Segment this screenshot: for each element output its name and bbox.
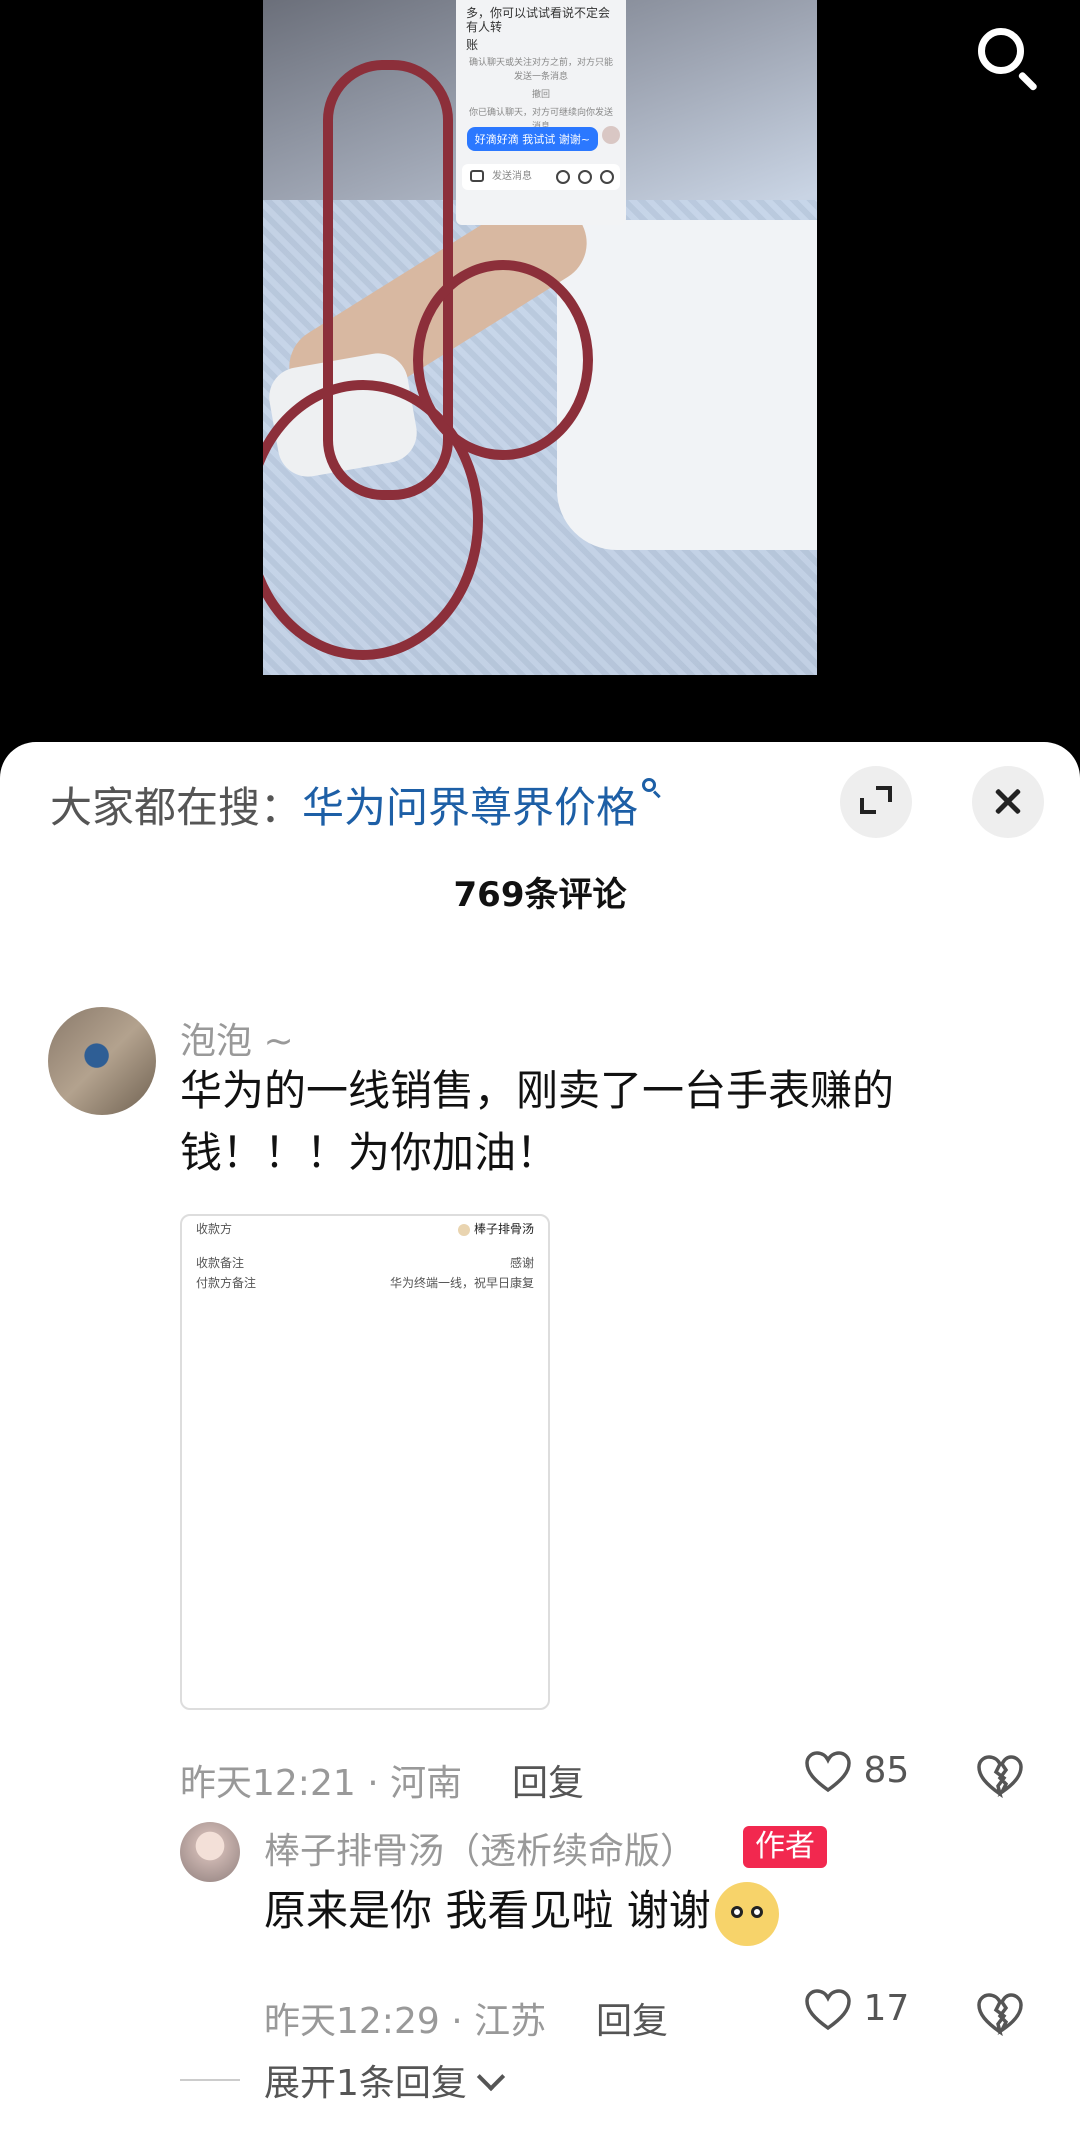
author-badge: 作者 <box>743 1826 827 1868</box>
reply-text: 原来是你 我看见啦 谢谢 <box>264 1877 779 1946</box>
expand-replies-label: 展开1条回复 <box>264 2063 467 2104</box>
chat-input-bar: 发送消息 <box>462 164 620 190</box>
reply-username[interactable]: 棒子排骨汤（透析续命版） <box>264 1822 696 1874</box>
dislike-button[interactable] <box>976 1992 1024 2040</box>
emoji-icon <box>714 1881 779 1946</box>
receipt-remark-value: 感谢 <box>509 1256 534 1270</box>
camera-icon <box>470 170 484 182</box>
reply-button[interactable]: 回复 <box>596 1992 668 2044</box>
chat-bubble: 好滴好滴 我试试 谢谢~ <box>466 127 598 151</box>
payee-avatar <box>457 1223 470 1236</box>
expand-replies-button[interactable]: 展开1条回复 <box>264 2054 506 2106</box>
video-player[interactable]: 多，你可以试试看说不定会有人转 账 确认聊天或关注对方之前，对方只能发送一条消息… <box>0 0 1080 760</box>
receipt-payee-name: 棒子排骨汤 <box>473 1222 534 1236</box>
heart-icon <box>805 1751 851 1793</box>
reply-text-content: 原来是你 我看见啦 谢谢 <box>264 1886 711 1935</box>
suggestion-keyword[interactable]: 华为问界尊界价格 <box>302 783 638 832</box>
plus-icon <box>600 170 614 184</box>
chat-line: 账 <box>466 38 479 52</box>
search-icon <box>978 28 1024 74</box>
comment-sheet: 大家都在搜：华为问界尊界价格 769条评论 泡泡 ~ 华为的一线销售，刚卖了一台… <box>0 742 1080 2143</box>
receipt-payer-remark-value: 华为终端一线，祝早日康复 <box>389 1276 534 1290</box>
search-suggestion[interactable]: 大家都在搜：华为问界尊界价格 <box>50 774 664 835</box>
like-button[interactable]: 17 <box>804 1988 909 2032</box>
receipt-payer-remark-label: 付款方备注 <box>196 1276 257 1290</box>
search-small-icon <box>642 778 664 800</box>
voice-icon <box>556 170 570 184</box>
avatar[interactable] <box>48 1007 156 1115</box>
like-button[interactable]: 85 <box>804 1750 909 1794</box>
comment-count: 769条评论 <box>453 875 627 915</box>
chat-line: 撤回 <box>531 90 550 100</box>
chevron-down-icon <box>476 2062 506 2092</box>
video-blanket <box>557 220 817 550</box>
dislike-button[interactable] <box>976 1754 1024 1802</box>
broken-heart-icon <box>977 1755 1023 1799</box>
reply-avatar[interactable] <box>180 1822 240 1882</box>
divider <box>180 2079 240 2081</box>
search-button[interactable] <box>972 22 1044 94</box>
reply-button[interactable]: 回复 <box>512 1754 584 1806</box>
comment-text: 华为的一线销售，刚卖了一台手表赚的钱！！！为你加油！ <box>180 1066 895 1177</box>
chat-line: 确认聊天或关注对方之前，对方只能发送一条消息 <box>468 58 613 82</box>
chat-input-placeholder: 发送消息 <box>492 171 532 182</box>
expand-button[interactable] <box>840 766 912 838</box>
video-frame: 多，你可以试试看说不定会有人转 账 确认聊天或关注对方之前，对方只能发送一条消息… <box>263 0 817 675</box>
comment-image[interactable]: 收款方 棒子排骨汤 收款备注 感谢 付款方备注 华为终端一线，祝早日康复 <box>180 1214 550 1710</box>
emoji-icon <box>578 170 592 184</box>
like-count: 85 <box>863 1750 910 1791</box>
chat-avatar <box>602 126 620 144</box>
video-tube <box>413 260 593 460</box>
suggestion-prefix: 大家都在搜： <box>50 783 303 832</box>
broken-heart-icon <box>977 1993 1023 2037</box>
reply-meta: 昨天12:29 · 江苏 <box>264 2001 547 2042</box>
comment-username[interactable]: 泡泡 ~ <box>180 1012 294 1064</box>
receipt-remark-label: 收款备注 <box>196 1256 245 1270</box>
chat-line: 多，你可以试试看说不定会有人转 <box>466 6 611 34</box>
video-chat-screenshot: 多，你可以试试看说不定会有人转 账 确认聊天或关注对方之前，对方只能发送一条消息… <box>456 0 626 225</box>
close-button[interactable] <box>972 766 1044 838</box>
comment-meta: 昨天12:21 · 河南 <box>180 1763 463 1804</box>
like-count: 17 <box>863 1988 910 2029</box>
receipt-payee-label: 收款方 <box>196 1222 233 1236</box>
heart-icon <box>805 1989 851 2031</box>
video-tube <box>323 60 453 500</box>
expand-icon <box>860 798 876 814</box>
